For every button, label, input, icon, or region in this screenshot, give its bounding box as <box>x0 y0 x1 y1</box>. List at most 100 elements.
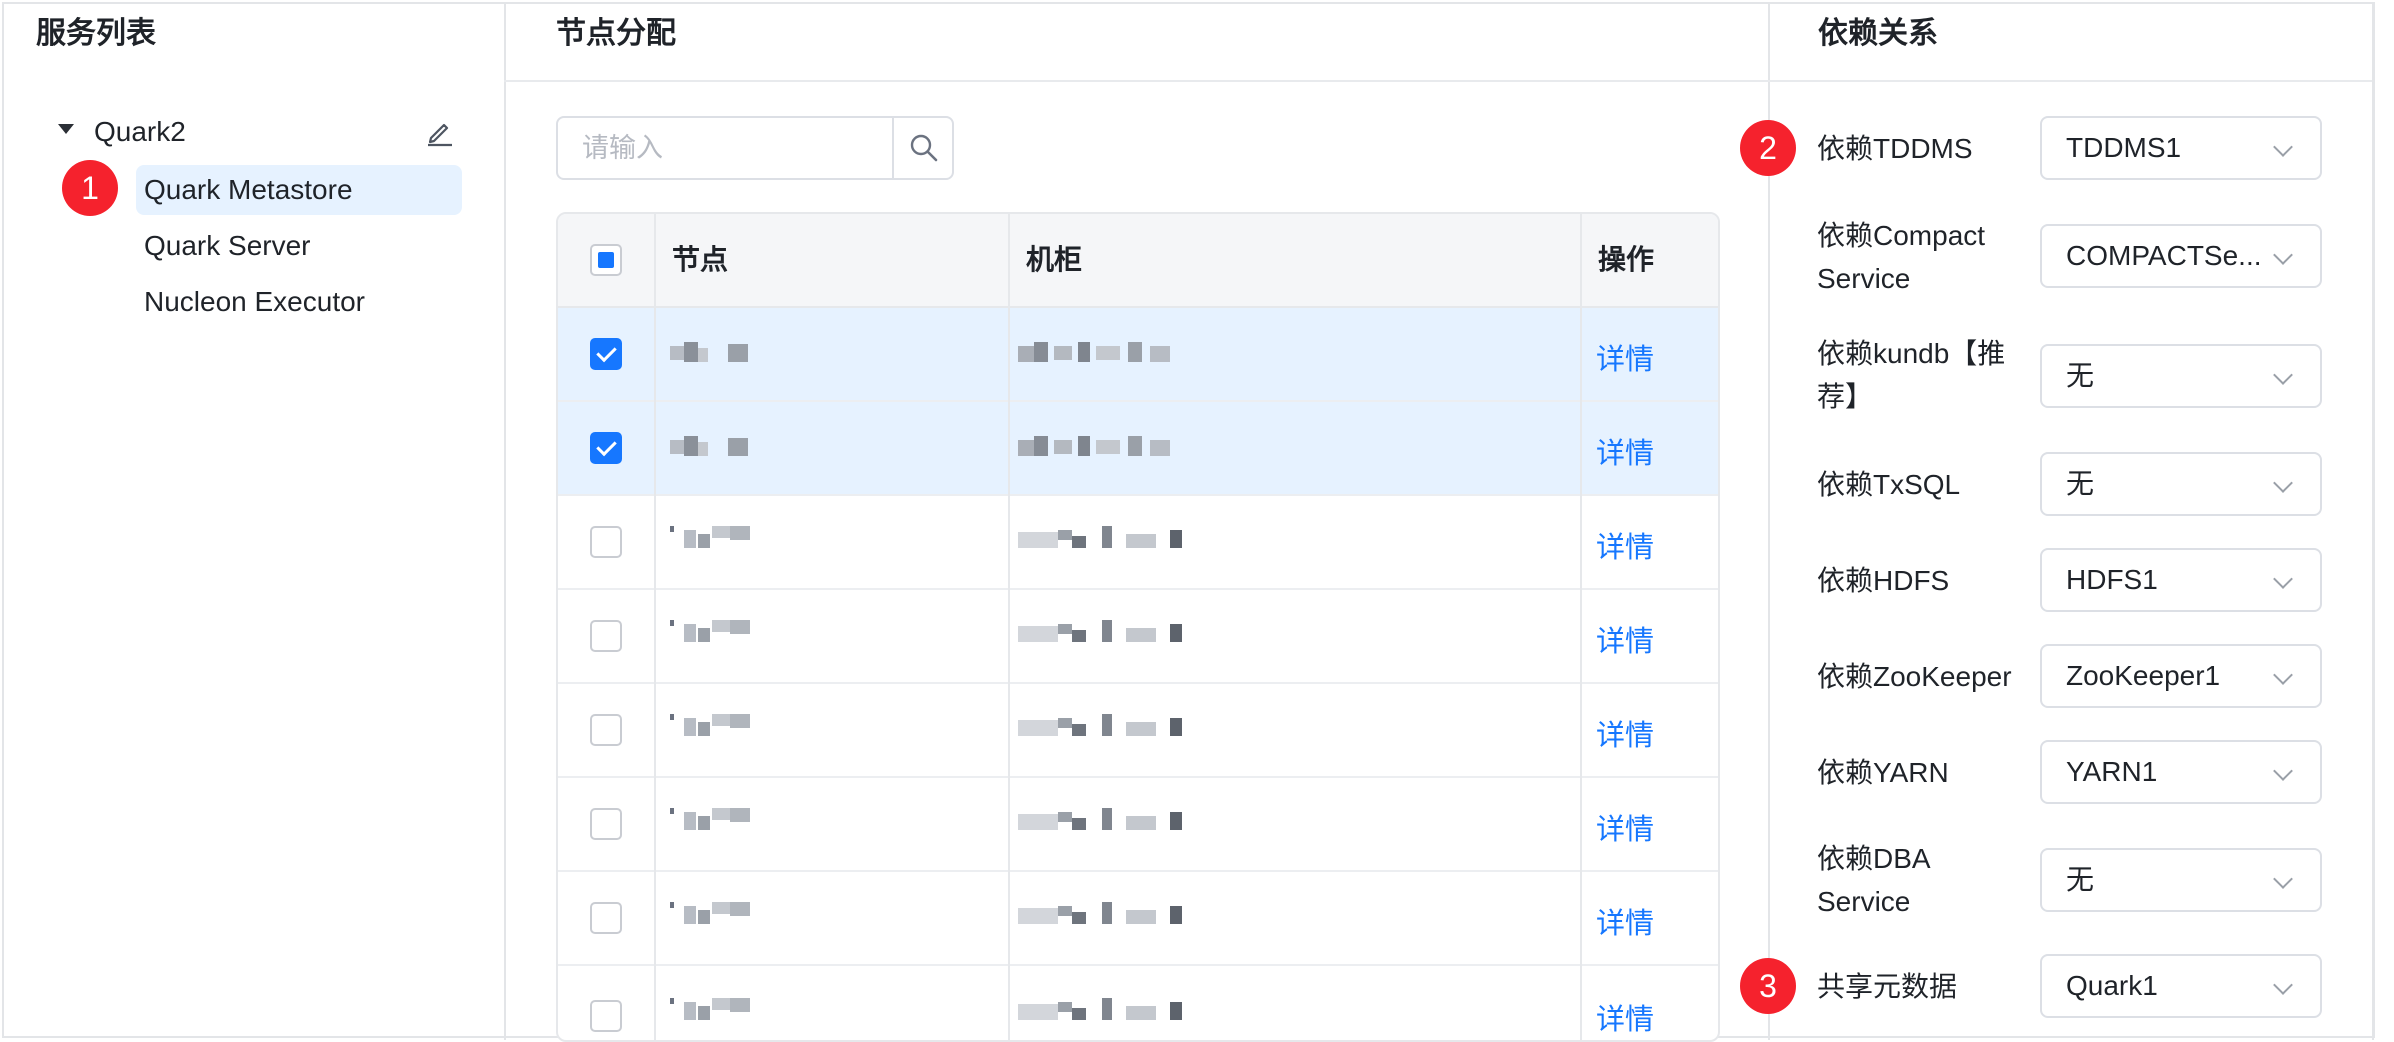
detail-link[interactable]: 详情 <box>1596 712 1654 754</box>
dep-select-value: 无 <box>2066 360 2095 391</box>
dep-select-value: COMPACTSe... <box>2066 240 2262 271</box>
row-checkbox[interactable] <box>590 432 622 464</box>
row-checkbox[interactable] <box>590 902 622 934</box>
dep-select-value: 无 <box>2066 864 2095 895</box>
chevron-down-icon <box>2273 869 2293 889</box>
detail-link[interactable]: 详情 <box>1596 996 1654 1038</box>
detail-link[interactable]: 详情 <box>1596 900 1654 942</box>
search-icon <box>910 134 938 162</box>
column-header-rack: 机柜 <box>1026 244 1083 275</box>
table-row[interactable]: 详情 <box>558 966 1718 1040</box>
detail-link[interactable]: 详情 <box>1596 618 1654 660</box>
row-checkbox[interactable] <box>590 808 622 840</box>
row-checkbox[interactable] <box>590 620 622 652</box>
dep-select-value: 无 <box>2066 468 2095 499</box>
dep-select-value: YARN1 <box>2066 756 2158 787</box>
node-name-redacted <box>670 342 760 366</box>
dep-select-tddms[interactable]: TDDMS1 <box>2040 116 2322 180</box>
column-header-action: 操作 <box>1598 244 1655 275</box>
row-checkbox[interactable] <box>590 714 622 746</box>
rack-name-redacted <box>1018 342 1188 366</box>
detail-link[interactable]: 详情 <box>1596 524 1654 566</box>
search-input[interactable] <box>558 118 892 178</box>
tree-root-quark2[interactable]: Quark2 <box>52 110 462 156</box>
column-divider <box>1580 214 1582 1040</box>
node-name-redacted <box>670 808 760 832</box>
rack-name-redacted <box>1018 714 1188 738</box>
node-name-redacted <box>670 526 760 550</box>
chevron-down-icon <box>2273 365 2293 385</box>
table-header: 节点 机柜 操作 <box>558 214 1718 308</box>
dep-select-dba-service[interactable]: 无 <box>2040 848 2322 912</box>
chevron-down-icon <box>2273 761 2293 781</box>
chevron-down-icon <box>2273 665 2293 685</box>
dep-select-value: Quark1 <box>2066 970 2158 1001</box>
detail-link[interactable]: 详情 <box>1596 336 1654 378</box>
chevron-down-icon <box>2273 569 2293 589</box>
chevron-down-icon <box>2273 975 2293 995</box>
table-row[interactable]: 详情 <box>558 872 1718 966</box>
node-name-redacted <box>670 998 760 1022</box>
dep-label-tddms: 依赖TDDMS <box>1817 133 1973 164</box>
header-divider <box>504 80 2372 82</box>
rack-name-redacted <box>1018 998 1188 1022</box>
dep-select-txsql[interactable]: 无 <box>2040 452 2322 516</box>
row-checkbox[interactable] <box>590 526 622 558</box>
dep-select-shared-metadata[interactable]: Quark1 <box>2040 954 2322 1018</box>
dep-label-dba-service: 依赖DBA Service <box>1817 843 1930 917</box>
caret-down-icon[interactable] <box>58 124 74 134</box>
tree-item-quark-metastore[interactable]: Quark Metastore <box>136 165 462 215</box>
row-checkbox[interactable] <box>590 1000 622 1032</box>
tree-root-label: Quark2 <box>94 116 186 147</box>
detail-link[interactable]: 详情 <box>1596 430 1654 472</box>
tree-item-nucleon-executor[interactable]: Nucleon Executor <box>136 277 462 327</box>
divider <box>2372 2 2374 1040</box>
dep-select-value: ZooKeeper1 <box>2066 660 2221 691</box>
rack-name-redacted <box>1018 526 1188 550</box>
search-button[interactable] <box>892 118 952 178</box>
divider <box>504 2 506 1040</box>
marker-2: 2 <box>1740 120 1796 176</box>
chevron-down-icon <box>2273 473 2293 493</box>
rack-name-redacted <box>1018 902 1188 926</box>
dep-label-zookeeper: 依赖ZooKeeper <box>1817 661 2012 692</box>
node-name-redacted <box>670 714 760 738</box>
node-name-redacted <box>670 620 760 644</box>
node-assignment-title: 节点分配 <box>556 17 676 50</box>
dep-label-txsql: 依赖TxSQL <box>1817 469 1961 500</box>
dep-select-compact-service[interactable]: COMPACTSe... <box>2040 224 2322 288</box>
tree-item-quark-server[interactable]: Quark Server <box>136 221 462 271</box>
node-name-redacted <box>670 902 760 926</box>
dep-label-compact-service: 依赖Compact Service <box>1817 220 1986 294</box>
dep-label-kundb: 依赖kundb【推荐】 <box>1817 338 2006 412</box>
dep-select-hdfs[interactable]: HDFS1 <box>2040 548 2322 612</box>
table-row[interactable]: 详情 <box>558 402 1718 496</box>
dep-label-hdfs: 依赖HDFS <box>1817 565 1950 596</box>
service-list-title: 服务列表 <box>36 17 156 50</box>
table-row[interactable]: 详情 <box>558 684 1718 778</box>
row-checkbox[interactable] <box>590 338 622 370</box>
node-name-redacted <box>670 436 760 460</box>
rack-name-redacted <box>1018 436 1188 460</box>
select-all-checkbox[interactable] <box>590 244 622 276</box>
table-row[interactable]: 详情 <box>558 778 1718 872</box>
dep-label-yarn: 依赖YARN <box>1817 757 1949 788</box>
column-header-node: 节点 <box>672 244 729 275</box>
dep-select-yarn[interactable]: YARN1 <box>2040 740 2322 804</box>
rack-name-redacted <box>1018 808 1188 832</box>
table-row[interactable]: 详情 <box>558 590 1718 684</box>
table-row[interactable]: 详情 <box>558 496 1718 590</box>
column-divider <box>654 214 656 1040</box>
rack-name-redacted <box>1018 620 1188 644</box>
edit-icon[interactable] <box>424 116 456 148</box>
chevron-down-icon <box>2273 137 2293 157</box>
dependencies-title: 依赖关系 <box>1818 17 1938 50</box>
dep-select-value: TDDMS1 <box>2066 132 2182 163</box>
node-table: 节点 机柜 操作 详情 详情 详情 详情 详情 详情 详情 详情 <box>556 212 1720 1042</box>
dep-select-kundb[interactable]: 无 <box>2040 344 2322 408</box>
detail-link[interactable]: 详情 <box>1596 806 1654 848</box>
table-row[interactable]: 详情 <box>558 308 1718 402</box>
column-divider <box>1008 214 1010 1040</box>
dep-select-zookeeper[interactable]: ZooKeeper1 <box>2040 644 2322 708</box>
dep-label-shared-metadata: 共享元数据 <box>1817 971 1958 1002</box>
